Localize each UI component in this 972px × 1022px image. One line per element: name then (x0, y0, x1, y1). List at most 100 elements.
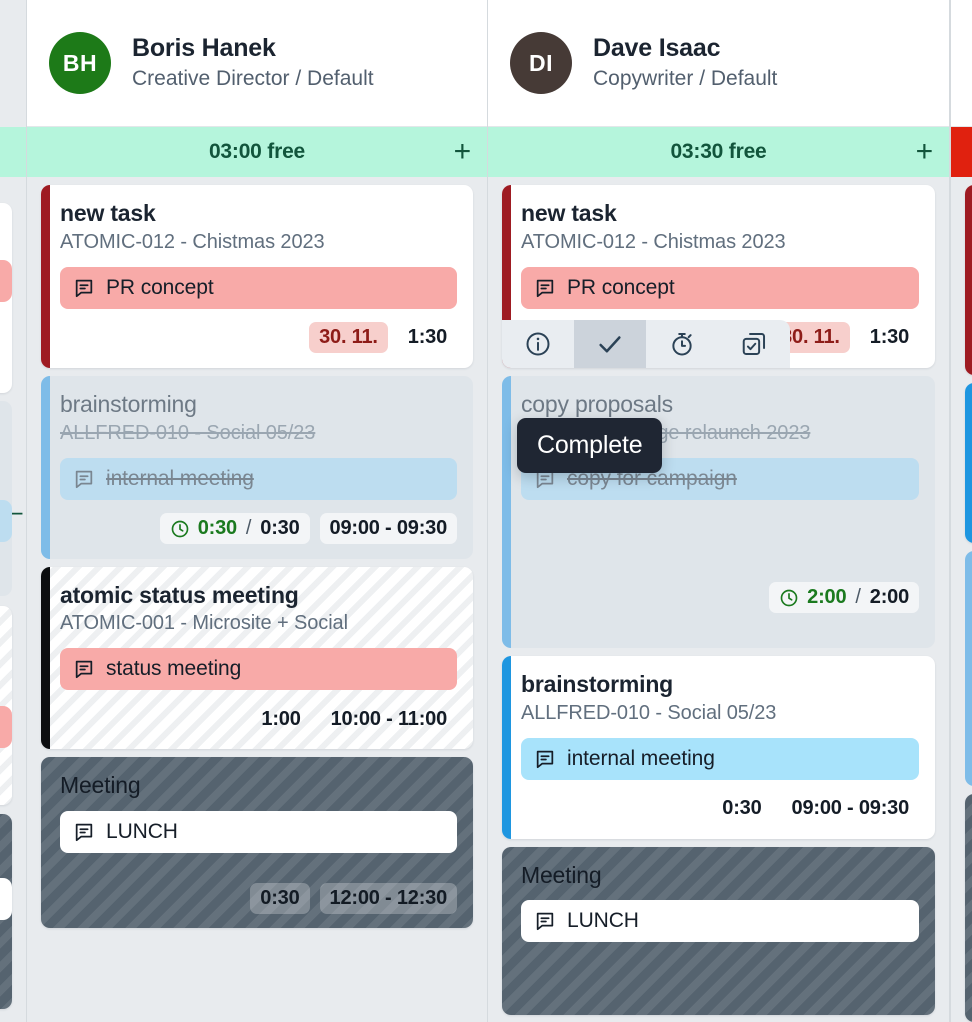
card-title: copy proposals (521, 390, 673, 417)
info-button[interactable] (502, 320, 574, 368)
card-tag-label: PR concept (567, 275, 675, 299)
card-accent-bar (965, 551, 972, 786)
card-tag-label: status meeting (106, 657, 242, 681)
card-tag[interactable]: PR concept (60, 266, 457, 309)
capacity-label: 03:30 free (670, 140, 767, 163)
card-footer: 0:30 / 0:30 09:00 - 09:30 (60, 512, 457, 546)
avatar: DI (510, 32, 572, 94)
column-header-partial-right[interactable] (951, 0, 972, 127)
task-card[interactable]: brainstorming ALLFRED-010 - Social 05/23… (41, 375, 473, 559)
comment-icon (536, 913, 554, 931)
duration-label: 1:00 (261, 707, 301, 730)
card-tag[interactable]: LUNCH (60, 811, 457, 853)
start-timer-button[interactable] (646, 320, 718, 368)
info-icon (526, 332, 550, 356)
card-footer: 1:00 10:00 - 11:00 (60, 702, 457, 736)
task-card-hovered[interactable]: new task ATOMIC-012 - Chistmas 2023 PR c… (502, 185, 935, 368)
card-tag[interactable]: status meeting (60, 648, 457, 691)
task-card[interactable]: new task ATOMIC-012 - Chistmas 2023 PR c… (41, 185, 473, 368)
card-action-toolbar (502, 319, 790, 368)
column-header-partial-left (0, 0, 26, 127)
card-title: atomic status meeting (60, 581, 299, 608)
card-tag-label: LUNCH (106, 820, 178, 843)
comment-icon (75, 661, 93, 679)
card-peek-tag (0, 260, 12, 302)
comment-icon (536, 750, 554, 768)
time-range-badge: 12:00 - 12:30 (319, 882, 457, 914)
card-tag[interactable]: PR concept (521, 266, 919, 309)
card-accent-bar (41, 185, 50, 368)
comment-icon (75, 470, 93, 488)
clock-icon (171, 520, 189, 537)
capacity-label: 03:00 free (208, 140, 306, 163)
card-accent-bar (965, 185, 972, 375)
column-header-dave[interactable]: DI Dave Isaac Copywriter / Default (488, 0, 949, 127)
capacity-bar-boris[interactable]: 03:00 free + (27, 127, 487, 177)
card-title: brainstorming (60, 390, 197, 417)
task-card[interactable]: brainstorming ALLFRED-010 - Social 05/23… (502, 655, 935, 839)
card-tag-label: PR concept (106, 275, 214, 299)
duplicate-task-button[interactable] (718, 320, 790, 368)
duration-label: 0:30 (722, 797, 762, 819)
card-title: new task (521, 200, 617, 226)
card-subtitle: ALLFRED-010 - Social 05/23 (521, 701, 777, 724)
card-tag-label: internal meeting (567, 746, 715, 770)
avatar: BH (49, 32, 111, 94)
task-card[interactable]: copy proposals FINN-001 - Image relaunch… (502, 375, 935, 648)
card-accent-bar (965, 383, 972, 543)
card-peek[interactable] (965, 383, 972, 543)
person-name: Boris Hanek (132, 34, 276, 63)
card-peek[interactable] (965, 794, 972, 1022)
card-tag[interactable]: internal meeting (60, 457, 457, 500)
card-footer: 0:30 09:00 - 09:30 (521, 792, 919, 826)
time-separator: / (245, 517, 252, 539)
card-tag-label: LUNCH (567, 909, 639, 933)
clock-icon (780, 589, 798, 606)
card-list-dave: new task ATOMIC-012 - Chistmas 2023 PR c… (488, 177, 949, 1016)
add-task-button[interactable]: + (916, 137, 934, 167)
comment-icon (536, 279, 554, 297)
capacity-bar-dave[interactable]: 03:30 free + (488, 127, 949, 177)
column-partial-right (950, 0, 972, 1022)
meeting-card[interactable]: Meeting LUNCH (502, 846, 935, 1016)
complete-button[interactable] (574, 319, 646, 368)
card-peek-tag (0, 500, 12, 542)
time-spent: 0:30 (197, 517, 237, 539)
time-range-label: 09:00 - 09:30 (791, 797, 910, 819)
column-header-boris[interactable]: BH Boris Hanek Creative Director / Defau… (27, 0, 487, 127)
add-task-button[interactable]: + (454, 137, 472, 167)
card-peek[interactable] (965, 551, 972, 786)
card-subtitle: ATOMIC-012 - Chistmas 2023 (60, 230, 325, 253)
stopwatch-icon (672, 332, 692, 356)
comment-icon (75, 279, 93, 297)
card-tag[interactable]: LUNCH (521, 900, 919, 943)
card-subtitle: ATOMIC-012 - Chistmas 2023 (521, 230, 786, 253)
card-subtitle: ATOMIC-001 - Microsite + Social (60, 612, 348, 635)
card-title: Meeting (60, 772, 141, 799)
workload-board: – BH Boris Hanek Creative Director / Def… (0, 0, 972, 1022)
duration-label: 1:30 (407, 326, 447, 349)
tracked-time-badge: 0:30 / 0:30 (159, 513, 310, 544)
capacity-bar-partial-left[interactable]: – (0, 127, 26, 524)
tooltip-complete: Complete (517, 418, 663, 473)
check-icon (599, 336, 621, 353)
column-partial-left: – (0, 0, 26, 1022)
card-list-boris: new task ATOMIC-012 - Chistmas 2023 PR c… (27, 177, 487, 928)
duration-badge: 0:30 (250, 882, 310, 914)
time-total: 2:00 (869, 586, 909, 608)
meeting-card[interactable]: Meeting LUNCH 0:30 12:00 - 12:30 (41, 757, 473, 928)
column-dave-isaac: DI Dave Isaac Copywriter / Default 03:30… (488, 0, 950, 1022)
time-separator: / (855, 586, 861, 608)
capacity-bar-partial-right[interactable] (951, 127, 972, 177)
card-accent-bar (502, 375, 511, 648)
task-card[interactable]: atomic status meeting ATOMIC-001 - Micro… (41, 566, 473, 750)
card-peek[interactable] (965, 185, 972, 375)
card-tag[interactable]: internal meeting (521, 737, 919, 780)
time-range-label: 10:00 - 11:00 (330, 707, 448, 730)
tooltip-label: Complete (537, 431, 643, 459)
card-footer: 2:00 / 2:00 (521, 581, 919, 615)
card-title: new task (60, 200, 156, 226)
duration-label: 1:30 (869, 326, 909, 349)
time-range-badge: 09:00 - 09:30 (319, 513, 457, 544)
card-peek[interactable] (0, 401, 12, 596)
